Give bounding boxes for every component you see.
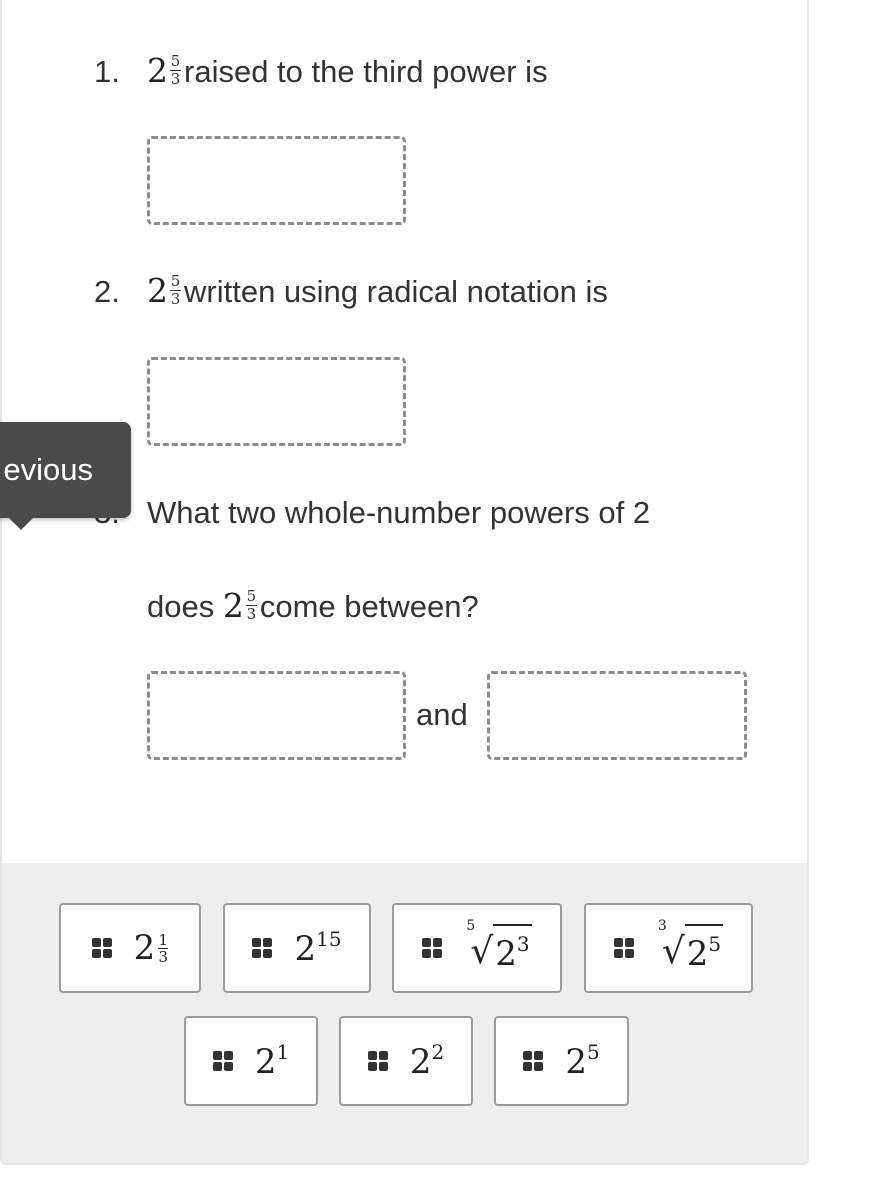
tile-expression: 213 (133, 928, 169, 968)
question-1-base: 2 (147, 51, 168, 90)
answer-tile-tray: 213 215 5 √ 23 3 √ 25 21 22 25 (2, 863, 807, 1163)
question-2-exponent-fraction: 53 (170, 274, 181, 307)
drag-handle-icon (252, 938, 273, 958)
numerator: 5 (170, 52, 181, 70)
question-3-dropzone-2[interactable] (487, 671, 747, 760)
question-1-number: 1. (94, 54, 120, 89)
drag-handle-icon (422, 938, 443, 958)
question-2-dropzone[interactable] (147, 357, 406, 446)
question-3-prefix: does (147, 589, 223, 624)
tile-2-pow-1[interactable]: 21 (184, 1016, 318, 1106)
tile-expression: 215 (294, 927, 342, 969)
question-2-prompt: 2 5 3 written using radical notation is (147, 273, 608, 310)
tile-expression: 22 (409, 1040, 445, 1082)
question-2-base: 2 (147, 271, 168, 310)
question-3-line1: What two whole-number powers of 2 (147, 495, 651, 530)
drag-handle-icon (212, 1051, 233, 1071)
numerator: 5 (170, 272, 181, 290)
question-panel: 1. 2 5 3 raised to the third power is 2. 25… (0, 0, 809, 1165)
numerator: 5 (246, 587, 257, 605)
drag-handle-icon (523, 1051, 544, 1071)
tile-expression: 25 (565, 1040, 600, 1082)
question-2-number: 2. (94, 274, 120, 309)
tile-2-pow-2[interactable]: 22 (339, 1016, 473, 1106)
question-3-exponent-fraction: 53 (245, 587, 257, 623)
tile-expression: 3 √ 25 (657, 918, 724, 974)
tile-cube-root-2-pow-5[interactable]: 3 √ 25 (584, 903, 753, 993)
question-3-base: 2 (222, 586, 244, 625)
drag-handle-icon (367, 1051, 388, 1071)
tooltip-arrow (8, 517, 34, 530)
question-3-text: come between? (259, 589, 479, 624)
radical-sign-icon: √ (470, 931, 494, 972)
tile-expression: 5 √ 23 (466, 918, 532, 974)
question-1-exponent-fraction: 53 (170, 54, 181, 87)
drag-handle-icon (613, 938, 634, 958)
denominator: 3 (246, 605, 257, 623)
question-2-text: written using radical notation is (184, 274, 608, 309)
radical-sign-icon: √ (661, 931, 685, 972)
tile-fifth-root-2-pow-3[interactable]: 5 √ 23 (392, 903, 562, 993)
previous-tooltip: evious (0, 422, 131, 530)
tooltip-text: evious (3, 452, 93, 487)
drag-handle-icon (91, 938, 112, 958)
question-3-line2: does 2 5 3 come between? (147, 588, 479, 625)
question-3-dropzone-1[interactable] (147, 671, 406, 760)
question-1-text: raised to the third power is (184, 54, 548, 89)
denominator: 3 (170, 290, 181, 308)
tile-2-pow-1-3[interactable]: 213 (59, 903, 201, 993)
tile-2-pow-15[interactable]: 215 (223, 903, 371, 993)
denominator: 3 (170, 70, 181, 88)
and-label: and (416, 697, 468, 732)
question-1-prompt: 2 5 3 raised to the third power is (147, 53, 548, 90)
question-1-dropzone[interactable] (147, 136, 406, 225)
tile-2-pow-5[interactable]: 25 (494, 1016, 629, 1106)
tile-expression: 21 (254, 1040, 290, 1082)
